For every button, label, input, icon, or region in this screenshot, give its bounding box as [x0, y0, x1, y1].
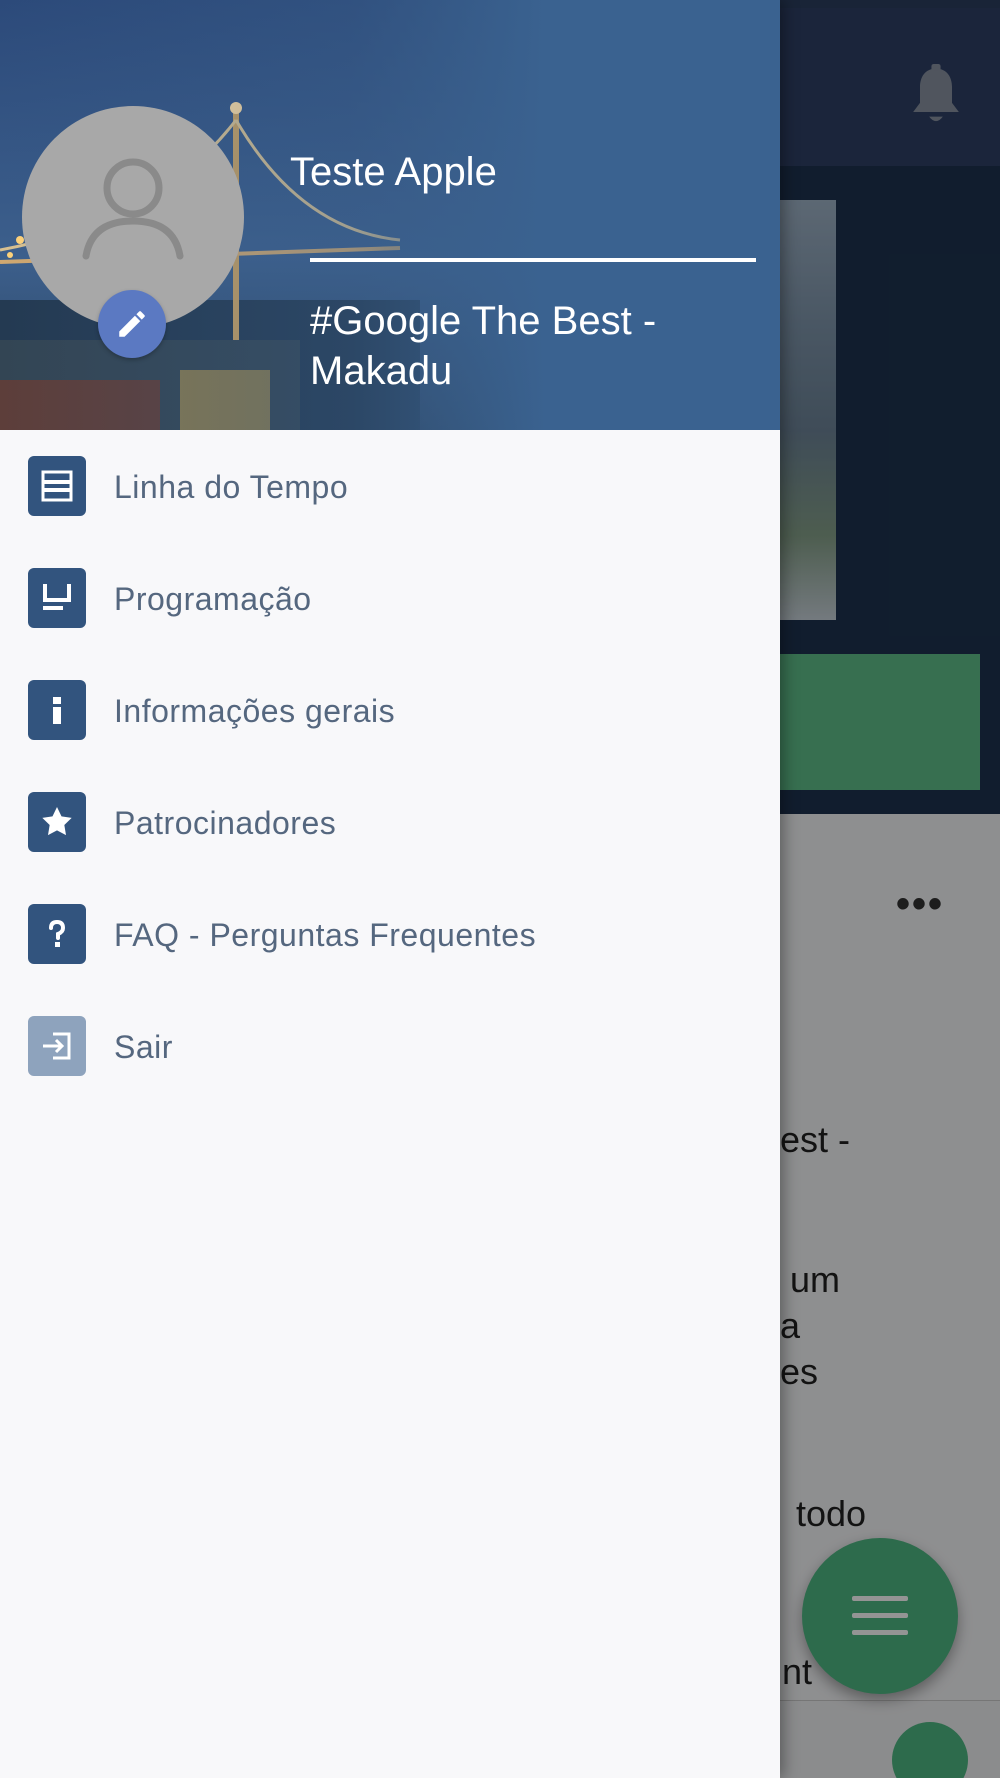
logout-icon: [28, 1016, 86, 1076]
edit-avatar-button[interactable]: [98, 290, 166, 358]
question-icon: [28, 904, 86, 964]
info-icon: [28, 680, 86, 740]
menu-item-faq[interactable]: FAQ - Perguntas Frequentes: [0, 878, 780, 990]
navigation-drawer: Teste Apple #Google The Best - Makadu Li…: [0, 0, 780, 1778]
menu-item-timeline[interactable]: Linha do Tempo: [0, 430, 780, 542]
menu-item-label: Sair: [114, 1029, 173, 1065]
menu-item-logout[interactable]: Sair: [0, 990, 780, 1102]
star-icon: [28, 792, 86, 852]
menu-item-label: Programação: [114, 581, 312, 617]
menu-item-label: Linha do Tempo: [114, 469, 349, 505]
header-divider: [310, 258, 756, 262]
event-name: #Google The Best - Makadu: [310, 299, 657, 393]
menu-item-schedule[interactable]: Programação: [0, 542, 780, 654]
schedule-icon: [28, 568, 86, 628]
pencil-icon: [119, 311, 145, 337]
menu-item-sponsors[interactable]: Patrocinadores: [0, 766, 780, 878]
menu-item-general-info[interactable]: Informações gerais: [0, 654, 780, 766]
drawer-header: Teste Apple #Google The Best - Makadu: [0, 0, 780, 430]
menu-item-label: Informações gerais: [114, 693, 396, 729]
timeline-icon: [28, 456, 86, 516]
menu-item-label: Patrocinadores: [114, 805, 337, 841]
user-name: Teste Apple: [290, 150, 497, 194]
menu-item-label: FAQ - Perguntas Frequentes: [114, 917, 537, 953]
